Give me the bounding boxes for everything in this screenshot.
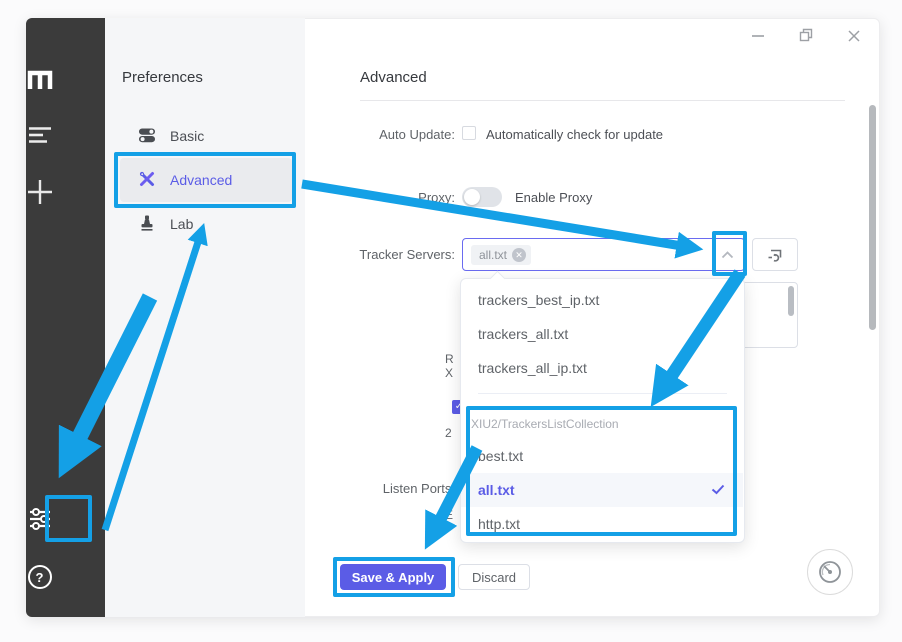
annotation-box-chevron	[712, 231, 747, 276]
minimize-button[interactable]	[745, 23, 771, 49]
auto-update-label: Auto Update:	[330, 127, 455, 142]
textarea-scrollbar[interactable]	[788, 286, 794, 316]
selected-tag-label: all.txt	[479, 248, 507, 262]
page-title: Advanced	[360, 69, 427, 86]
speed-limit-button[interactable]	[807, 549, 853, 595]
occluded-text-fragment: 2	[445, 426, 452, 440]
content-scrollbar[interactable]	[869, 105, 876, 330]
sidebar-item-lab[interactable]: Lab	[120, 202, 292, 246]
tracker-servers-label: Tracker Servers:	[330, 247, 455, 262]
annotation-box-advanced	[114, 152, 296, 208]
dropdown-option[interactable]: trackers_all.txt	[461, 317, 743, 351]
occluded-text-fragment: R	[445, 352, 454, 366]
help-button[interactable]: ?	[0, 564, 79, 590]
speedometer-icon	[816, 558, 844, 586]
lab-stamp-icon	[138, 214, 156, 235]
remove-tag-icon[interactable]: ✕	[512, 248, 526, 262]
auto-update-checkbox[interactable]	[462, 126, 476, 140]
annotation-box-save-button	[333, 557, 455, 597]
occluded-text-fragment: E	[445, 508, 453, 522]
annotation-box-dropdown-group	[466, 406, 737, 536]
auto-update-checkbox-label: Automatically check for update	[486, 127, 663, 142]
discard-button[interactable]: Discard	[458, 564, 530, 590]
occluded-text-fragment: X	[445, 366, 453, 380]
motrix-logo	[0, 66, 79, 94]
annotation-box-settings-icon	[45, 495, 92, 542]
listen-ports-label: Listen Ports:	[330, 481, 455, 496]
tracker-servers-select[interactable]: all.txt ✕	[462, 238, 745, 271]
preferences-panel	[105, 18, 305, 617]
preferences-title: Preferences	[122, 69, 203, 86]
question-mark-icon: ?	[28, 565, 52, 589]
dropdown-option[interactable]: trackers_all_ip.txt	[461, 351, 743, 385]
proxy-label: Proxy:	[330, 190, 455, 205]
proxy-toggle[interactable]	[462, 187, 502, 207]
sync-trackers-button[interactable]	[752, 238, 798, 271]
selected-tag-chip: all.txt ✕	[471, 245, 531, 265]
proxy-toggle-label: Enable Proxy	[515, 190, 592, 205]
dropdown-option[interactable]: trackers_best_ip.txt	[461, 283, 743, 317]
restore-button[interactable]	[793, 22, 819, 48]
toggle-knob	[464, 189, 480, 205]
toggles-icon	[138, 126, 156, 147]
title-divider	[360, 100, 845, 101]
dropdown-group-divider	[478, 393, 727, 394]
occluded-checkbox: ✓	[452, 400, 460, 414]
screen: ? Preferences Basic Advanced	[0, 0, 902, 642]
sidebar-item-label: Lab	[170, 216, 193, 232]
add-task-icon[interactable]	[0, 179, 79, 205]
sidebar-item-label: Basic	[170, 128, 204, 144]
task-list-icon[interactable]	[0, 124, 79, 146]
close-button[interactable]	[841, 23, 867, 49]
sync-icon	[766, 247, 784, 263]
